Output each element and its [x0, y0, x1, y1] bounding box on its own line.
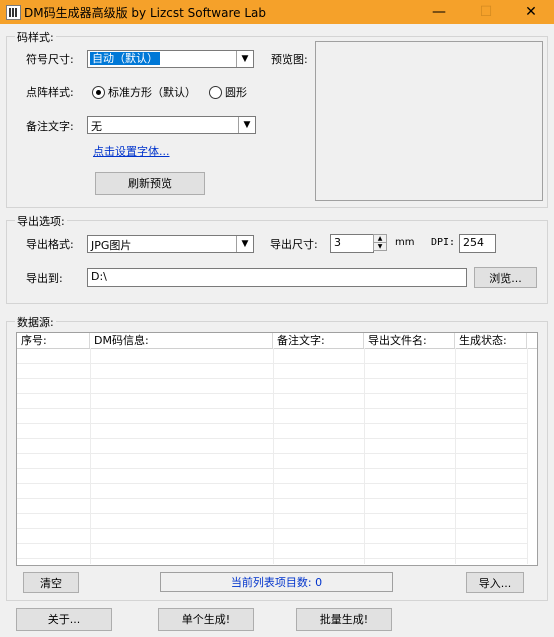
table-row	[17, 379, 527, 394]
table-row	[17, 394, 527, 409]
export-size-unit: mm	[395, 237, 415, 248]
symbol-size-value: 自动（默认）	[90, 52, 160, 65]
export-format-label: 导出格式:	[26, 238, 74, 251]
data-table[interactable]: 序号: DM码信息: 备注文字: 导出文件名: 生成状态:	[16, 332, 538, 566]
window-title: DM码生成器高级版 by Lizcst Software Lab	[24, 6, 266, 20]
column-header-note[interactable]: 备注文字:	[273, 333, 364, 348]
table-row	[17, 514, 527, 529]
stepper-up-icon[interactable]: ▲	[374, 235, 386, 243]
stepper-down-icon[interactable]: ▼	[374, 243, 386, 250]
table-row	[17, 454, 527, 469]
column-divider	[364, 348, 365, 564]
preview-area	[315, 41, 543, 201]
table-row	[17, 499, 527, 514]
column-header-filename[interactable]: 导出文件名:	[364, 333, 455, 348]
maximize-button[interactable]: ☐	[463, 0, 509, 24]
dot-style-circle-label[interactable]: 圆形	[225, 84, 247, 100]
dpi-value: 254	[463, 236, 484, 249]
table-row	[17, 409, 527, 424]
data-group-title: 数据源:	[15, 314, 56, 330]
style-group-title: 码样式:	[15, 29, 56, 45]
table-row	[17, 439, 527, 454]
table-row	[17, 424, 527, 439]
item-count-status: 当前列表项目数: 0	[160, 572, 393, 592]
about-button[interactable]: 关于...	[16, 608, 112, 631]
clear-button[interactable]: 清空	[23, 572, 79, 593]
chevron-down-icon[interactable]: ▼	[236, 236, 253, 252]
export-path-input[interactable]: D:\	[87, 268, 467, 287]
preview-label: 预览图:	[271, 53, 308, 66]
chevron-down-icon[interactable]: ▼	[238, 117, 255, 133]
table-row	[17, 364, 527, 379]
single-generate-button[interactable]: 单个生成!	[158, 608, 254, 631]
close-button[interactable]: ✕	[508, 0, 554, 24]
table-row	[17, 544, 527, 559]
app-icon	[6, 5, 21, 20]
column-header-status[interactable]: 生成状态:	[455, 333, 527, 348]
note-text-value: 无	[91, 120, 102, 133]
dot-style-square-label[interactable]: 标准方形（默认）	[108, 84, 196, 100]
table-header: 序号: DM码信息: 备注文字: 导出文件名: 生成状态:	[17, 333, 537, 349]
refresh-preview-button[interactable]: 刷新预览	[95, 172, 205, 195]
column-divider	[455, 348, 456, 564]
export-format-select[interactable]: JPG图片 ▼	[87, 235, 254, 253]
title-bar[interactable]: DM码生成器高级版 by Lizcst Software Lab — ☐ ✕	[0, 0, 554, 24]
import-button[interactable]: 导入...	[466, 572, 524, 593]
app-window: DM码生成器高级版 by Lizcst Software Lab — ☐ ✕ 码…	[0, 0, 554, 637]
dpi-input[interactable]: 254	[459, 234, 496, 253]
column-header-dm-info[interactable]: DM码信息:	[90, 333, 273, 348]
dot-style-square-radio[interactable]	[92, 86, 105, 99]
column-divider	[527, 348, 528, 564]
dot-style-label: 点阵样式:	[26, 86, 74, 99]
minimize-button[interactable]: —	[416, 0, 462, 24]
browse-button[interactable]: 浏览...	[474, 267, 537, 288]
column-divider	[90, 348, 91, 564]
batch-generate-button[interactable]: 批量生成!	[296, 608, 392, 631]
export-size-stepper[interactable]: ▲ ▼	[373, 234, 387, 251]
note-text-select[interactable]: 无 ▼	[87, 116, 256, 134]
dot-style-circle-radio[interactable]	[209, 86, 222, 99]
export-size-value: 3	[334, 236, 341, 249]
export-path-value: D:\	[91, 270, 107, 283]
column-divider	[273, 348, 274, 564]
export-size-label: 导出尺寸:	[270, 238, 318, 251]
export-size-input[interactable]: 3	[330, 234, 374, 253]
export-to-label: 导出到:	[26, 272, 63, 285]
table-row	[17, 484, 527, 499]
table-row	[17, 349, 527, 364]
export-format-value: JPG图片	[91, 239, 132, 252]
chevron-down-icon[interactable]: ▼	[236, 51, 253, 67]
symbol-size-label: 符号尺寸:	[26, 53, 74, 66]
export-group: 导出选项:	[6, 213, 548, 304]
column-header-index[interactable]: 序号:	[17, 333, 90, 348]
font-settings-link[interactable]: 点击设置字体...	[93, 143, 170, 159]
export-group-title: 导出选项:	[15, 213, 67, 229]
dpi-label: DPI:	[431, 237, 456, 248]
note-text-label: 备注文字:	[26, 120, 74, 133]
table-row	[17, 529, 527, 544]
table-row	[17, 469, 527, 484]
symbol-size-select[interactable]: 自动（默认） ▼	[87, 50, 254, 68]
